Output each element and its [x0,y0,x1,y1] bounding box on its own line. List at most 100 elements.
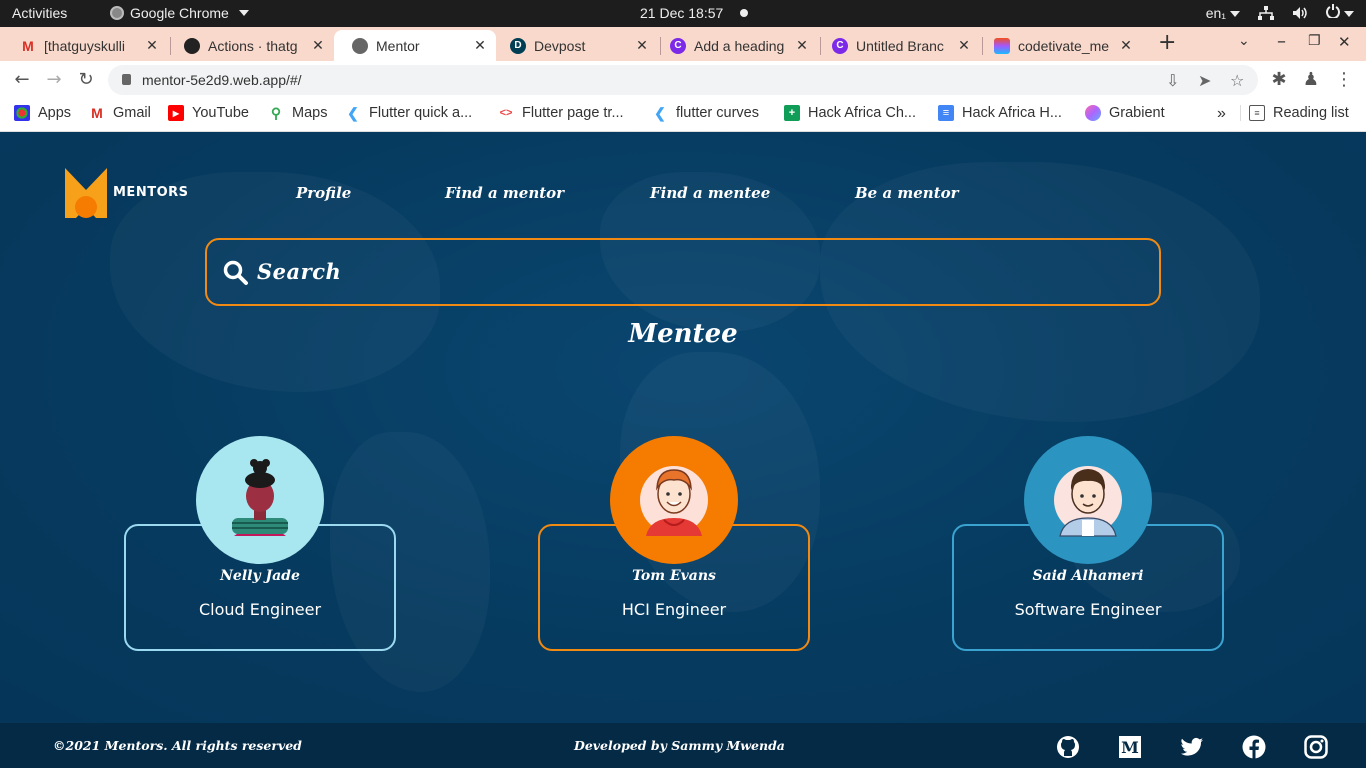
clock[interactable]: 21 Dec 18:57 [640,5,723,21]
close-tab-icon[interactable]: ✕ [794,37,810,54]
search-placeholder: Search [257,259,342,284]
system-tray[interactable]: en₁ [1206,4,1354,21]
bookmark-hack-africa-h[interactable]: ≡ Hack Africa H... [938,105,1062,121]
mentors-logo-icon[interactable] [65,168,107,218]
volume-icon [1293,6,1307,19]
app-menu[interactable]: Google Chrome [110,5,249,21]
url-text[interactable]: mentor-5e2d9.web.app/#/ [142,72,302,88]
man-avatar-icon [1054,466,1122,537]
close-tab-icon[interactable]: ✕ [1118,37,1134,54]
minimize-icon[interactable]: – [1277,31,1286,52]
close-tab-icon[interactable]: ✕ [956,37,972,54]
mentee-name: Nelly Jade [220,568,300,584]
bookmark-gmail[interactable]: M Gmail [89,105,151,121]
tab-title: [thatguyskulli [44,37,125,54]
chevron-down-icon [1344,11,1354,18]
gmail-icon: M [22,37,34,54]
forward-button[interactable]: → [43,68,65,90]
medium-icon[interactable]: M [1118,735,1142,759]
send-icon[interactable]: ➤ [1198,71,1211,90]
maximize-icon[interactable]: ❐ [1308,33,1321,49]
avatar[interactable] [610,436,738,564]
bookmark-youtube[interactable]: ▶ YouTube [168,105,249,121]
man-avatar-icon [640,466,708,536]
tab-title: Add a heading [694,37,785,54]
address-bar[interactable]: mentor-5e2d9.web.app/#/ ⇩ ➤ ☆ [108,65,1258,95]
chevron-down-icon [238,10,249,16]
apps-grid-icon [14,105,30,121]
profile-avatar[interactable]: ♟ [1300,68,1322,90]
chrome-menu-icon[interactable]: ⋮ [1333,68,1355,90]
bookmark-hack-africa-ch[interactable]: + Hack Africa Ch... [784,105,916,121]
code-icon: <> [499,107,513,119]
close-tab-icon[interactable]: ✕ [310,37,326,54]
tab-title: Devpost [534,37,586,54]
twitter-icon[interactable] [1180,735,1204,759]
nav-be-mentor[interactable]: Be a mentor [855,184,959,202]
close-tab-icon[interactable]: ✕ [144,37,160,54]
search-input[interactable]: Search [205,238,1161,306]
system-top-bar: Activities Google Chrome 21 Dec 18:57 en… [0,0,1366,27]
browser-tab[interactable]: M [thatguyskulli ✕ [2,30,168,61]
developer-credit: Developed by Sammy Mwenda [574,738,785,753]
bookmarks-overflow-button[interactable]: » [1217,105,1226,123]
extensions-icon[interactable]: ✱ [1268,68,1290,90]
bookmarks-bar: Apps M Gmail ▶ YouTube ⚲ Maps ❮ Flutter quic… [0,99,1366,132]
youtube-icon: ▶ [168,105,184,121]
power-icon [1326,4,1340,20]
close-tab-icon[interactable]: ✕ [634,37,650,54]
bookmark-flutter-curves[interactable]: ❮ flutter curves [652,105,759,122]
avatar[interactable] [1024,436,1152,564]
reload-button[interactable]: ↻ [75,68,97,90]
tab-search-icon[interactable]: ⌄ [1238,33,1250,49]
instagram-icon[interactable] [1304,735,1328,759]
lock-icon[interactable] [122,74,131,85]
grabient-icon [1085,105,1101,121]
maps-icon: ⚲ [270,104,282,121]
power-menu[interactable] [1326,4,1354,21]
bookmark-maps[interactable]: ⚲ Maps [268,104,328,122]
docs-icon: ≡ [938,105,954,121]
facebook-icon[interactable] [1242,735,1266,759]
install-app-icon[interactable]: ⇩ [1166,71,1179,90]
close-window-icon[interactable]: ✕ [1338,33,1351,51]
browser-tab-active[interactable]: Mentor ✕ [334,30,496,61]
bookmark-star-icon[interactable]: ☆ [1230,71,1244,90]
mentee-role: Software Engineer [1014,600,1162,619]
brand-name[interactable]: MENTORS [113,185,189,200]
page-title: Mentee [628,319,738,349]
back-button[interactable]: ← [11,68,33,90]
bookmark-grabient[interactable]: Grabient [1085,105,1165,121]
woman-avatar-icon [232,459,288,536]
flutter-icon: ❮ [347,104,359,121]
language-indicator[interactable]: en₁ [1206,5,1240,21]
notification-dot-icon [740,9,748,17]
tab-title: Mentor [376,37,420,54]
github-icon[interactable] [1056,735,1080,759]
browser-tab[interactable]: C Add a heading ✕ [652,30,818,61]
nav-find-mentor[interactable]: Find a mentor [445,184,564,202]
app-name: Google Chrome [130,5,229,21]
chrome-icon [110,6,124,20]
browser-toolbar: ← → ↻ mentor-5e2d9.web.app/#/ ⇩ ➤ ☆ ✱ ♟ … [0,61,1366,99]
reading-list-button[interactable]: ≡ Reading list [1240,105,1349,121]
bookmark-flutter-page[interactable]: <> Flutter page tr... [498,105,624,121]
svg-text:M: M [1121,738,1139,757]
avatar[interactable] [196,436,324,564]
copyright-text: ©2021 Mentors. All rights reserved [53,738,302,753]
mentee-name: Tom Evans [632,568,716,584]
browser-tab[interactable]: C Untitled Branc ✕ [814,30,980,61]
browser-tab[interactable]: codetivate_me ✕ [976,30,1142,61]
new-tab-button[interactable]: + [1158,30,1176,55]
globe-icon [352,37,368,54]
bookmark-apps[interactable]: Apps [14,105,71,121]
activities-button[interactable]: Activities [12,5,67,21]
canva-icon: C [670,37,686,54]
chevron-down-icon [1230,10,1240,17]
browser-tab[interactable]: D Devpost ✕ [492,30,658,61]
nav-find-mentee[interactable]: Find a mentee [650,184,770,202]
close-tab-icon[interactable]: ✕ [472,37,488,54]
browser-tab[interactable]: Actions · thatg ✕ [166,30,334,61]
bookmark-flutter-quick[interactable]: ❮ Flutter quick a... [345,104,472,122]
nav-profile[interactable]: Profile [296,184,351,202]
